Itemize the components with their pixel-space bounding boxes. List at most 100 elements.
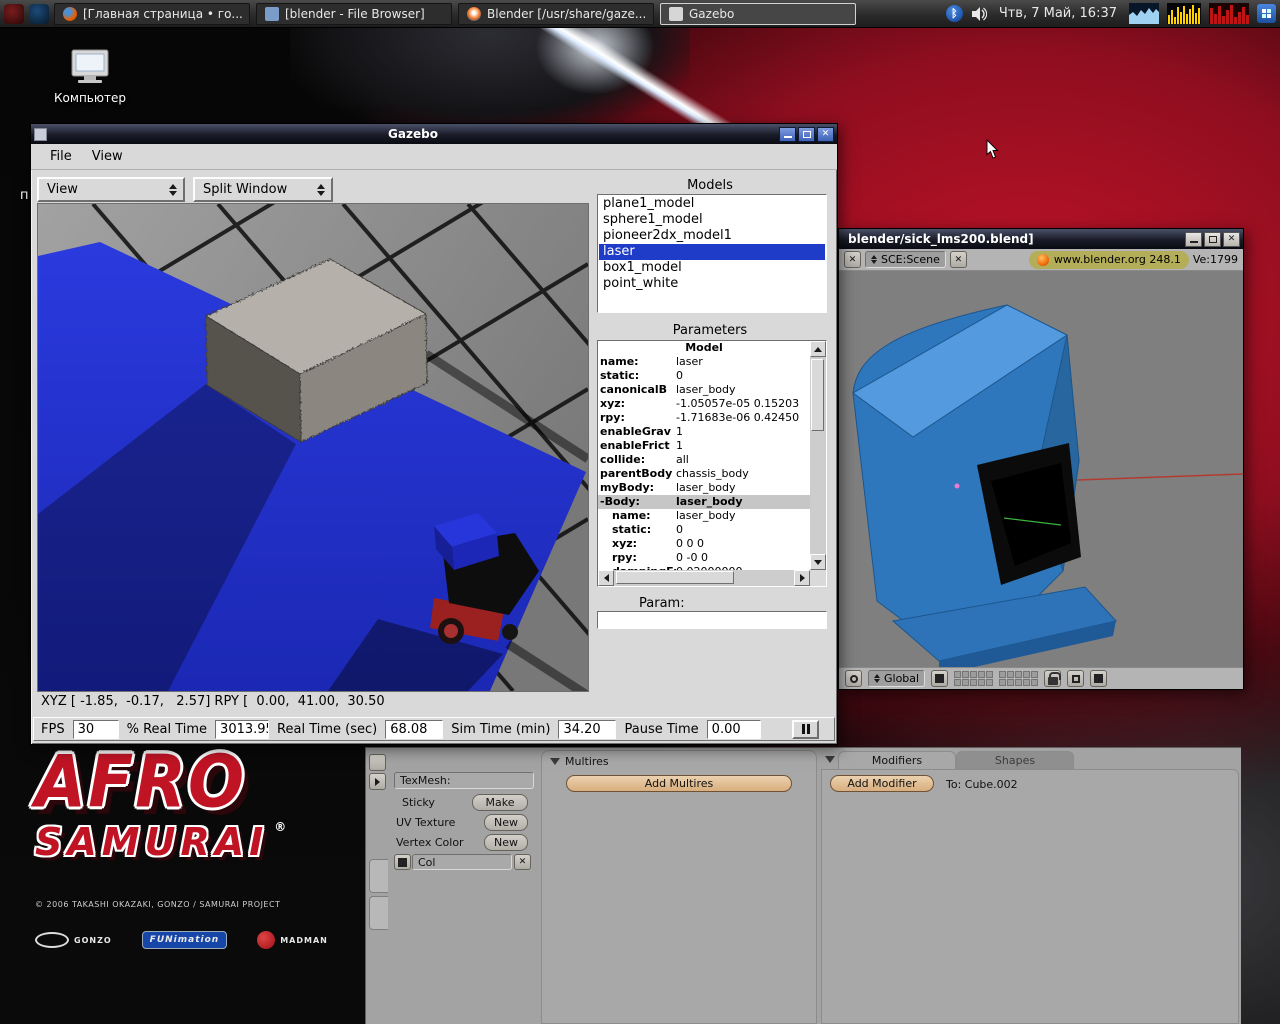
make-sticky-button[interactable]: Make [472,794,528,811]
gazebo-titlebar[interactable]: Gazebo ✕ [31,124,837,144]
close-button[interactable]: ✕ [1223,232,1240,247]
maximize-button[interactable] [798,127,815,142]
blender-3d-viewport[interactable] [839,271,1243,667]
scroll-down-icon[interactable] [810,554,826,570]
close-icon[interactable]: ✕ [950,251,967,268]
sim-time-field[interactable]: 34.20 [558,720,616,739]
parameter-row[interactable]: canonicalB laser_body [598,383,810,397]
collapse-panel-icon[interactable] [825,756,835,763]
parameter-row[interactable]: enableFrict 1 [598,439,810,453]
scroll-right-icon[interactable] [794,570,810,586]
models-list[interactable]: plane1_model sphere1_model pioneer2dx_mo… [597,194,827,313]
memory-monitor-applet[interactable] [1209,3,1249,24]
model-list-item[interactable]: box1_model [599,260,825,276]
bluetooth-icon[interactable]: ᛒ [946,5,963,22]
tab-modifiers[interactable]: Modifiers [838,751,956,769]
lock-icon[interactable] [1044,670,1061,687]
parameter-row[interactable]: collide: all [598,453,810,467]
parameter-row[interactable]: myBody: laser_body [598,481,810,495]
gazebo-3d-viewport[interactable] [37,203,589,692]
real-time-pct-field[interactable]: 3013.95 [215,720,269,739]
parameter-row[interactable]: -Body: laser_body [598,495,810,509]
parameter-row[interactable]: name: laser_body [598,509,810,523]
grid-icon[interactable] [394,854,411,870]
model-list-item[interactable]: laser [599,244,825,260]
parameter-row[interactable]: rpy: 0 -0 0 [598,551,810,565]
delete-col-icon[interactable]: ✕ [514,854,531,870]
parameters-header: Parameters [591,323,829,338]
desktop-icon-computer[interactable]: Компьютер [50,48,130,105]
clock[interactable]: Чтв, 7 Май, 16:37 [995,6,1121,21]
minimize-button[interactable] [1185,232,1202,247]
parameter-value: chassis_body [676,467,749,481]
pause-button[interactable] [792,720,819,739]
model-list-item[interactable]: pioneer2dx_model1 [599,228,825,244]
task-button[interactable]: [Главная страница • го... [54,3,250,25]
add-modifier-button[interactable]: Add Modifier [830,775,934,792]
parameter-row[interactable]: parentBody chassis_body [598,467,810,481]
view-combobox[interactable]: View [37,177,185,202]
real-time-field[interactable]: 68.08 [385,720,443,739]
tab-shapes[interactable]: Shapes [956,751,1074,769]
maximize-button[interactable] [1204,232,1221,247]
blender-buttons-window: TexMesh: Sticky Make UV Texture New Vert… [365,747,1241,1024]
menu-view[interactable]: View [83,146,132,167]
col-field[interactable]: Col [412,854,512,870]
snap-icon[interactable] [1067,670,1084,687]
parameter-row[interactable]: static: 0 [598,369,810,383]
task-button[interactable]: Gazebo [660,3,856,25]
cpu-monitor-applet[interactable] [1167,3,1201,24]
task-button[interactable]: [blender - File Browser] [256,3,452,25]
split-window-combobox[interactable]: Split Window [193,177,333,202]
vertical-scrollbar[interactable] [810,341,826,570]
scroll-up-icon[interactable] [810,341,826,357]
collapse-panel-icon[interactable] [550,758,560,765]
new-vertex-color-button[interactable]: New [484,834,528,851]
parameter-row[interactable]: rpy: -1.71683e-06 0.42450 [598,411,810,425]
add-multires-button[interactable]: Add Multires [566,775,792,792]
layer-buttons-left[interactable] [954,671,993,686]
menu-file[interactable]: File [41,146,81,167]
parameter-row[interactable]: xyz: -1.05057e-05 0.15203 [598,397,810,411]
render-preview-icon[interactable] [1090,670,1107,687]
window-menu-icon[interactable] [34,128,47,141]
close-icon[interactable]: ✕ [844,251,861,268]
vertical-scroll-thumb[interactable] [811,359,824,431]
task-button[interactable]: Blender [/usr/share/gaze... [458,3,654,25]
minimize-button[interactable] [779,127,796,142]
context-tab-1[interactable] [369,859,388,893]
parameters-rows: Model name: laser static: 0 [598,341,810,570]
gonzo-oval-icon [35,932,69,948]
parameter-row[interactable]: name: laser [598,355,810,369]
parameters-table[interactable]: Model name: laser static: 0 [597,340,827,587]
panel-icon-button[interactable] [369,754,386,771]
horizontal-scroll-thumb[interactable] [616,571,734,584]
model-list-item[interactable]: sphere1_model [599,212,825,228]
texmesh-field[interactable]: TexMesh: [394,772,534,789]
param-input[interactable] [597,611,827,629]
parameter-row[interactable]: enableGrav 1 [598,425,810,439]
transform-orientation-selector[interactable]: Global [868,670,925,687]
panel-arrow-button[interactable] [369,773,386,790]
show-desktop-icon[interactable] [29,4,49,24]
pause-time-field[interactable]: 0.00 [707,720,761,739]
model-list-item[interactable]: point_white [599,276,825,292]
pivot-icon[interactable] [845,670,862,687]
workspace-applet-icon[interactable] [1257,4,1276,23]
scroll-left-icon[interactable] [598,570,614,586]
fps-field[interactable]: 30 [73,720,119,739]
close-button[interactable]: ✕ [817,127,834,142]
context-tab-2[interactable] [369,896,388,930]
model-list-item[interactable]: plane1_model [599,196,825,212]
new-uv-texture-button[interactable]: New [484,814,528,831]
manipulator-icon[interactable] [931,670,948,687]
blender-titlebar[interactable]: blender/sick_lms200.blend] ✕ [839,229,1243,249]
main-menu-icon[interactable] [4,4,24,24]
layer-buttons-right[interactable] [999,671,1038,686]
parameter-row[interactable]: xyz: 0 0 0 [598,537,810,551]
scene-selector[interactable]: SCE:Scene [865,251,946,268]
parameter-row[interactable]: static: 0 [598,523,810,537]
horizontal-scrollbar[interactable] [598,570,810,586]
network-monitor-applet[interactable] [1129,3,1159,24]
volume-icon[interactable] [971,6,987,22]
